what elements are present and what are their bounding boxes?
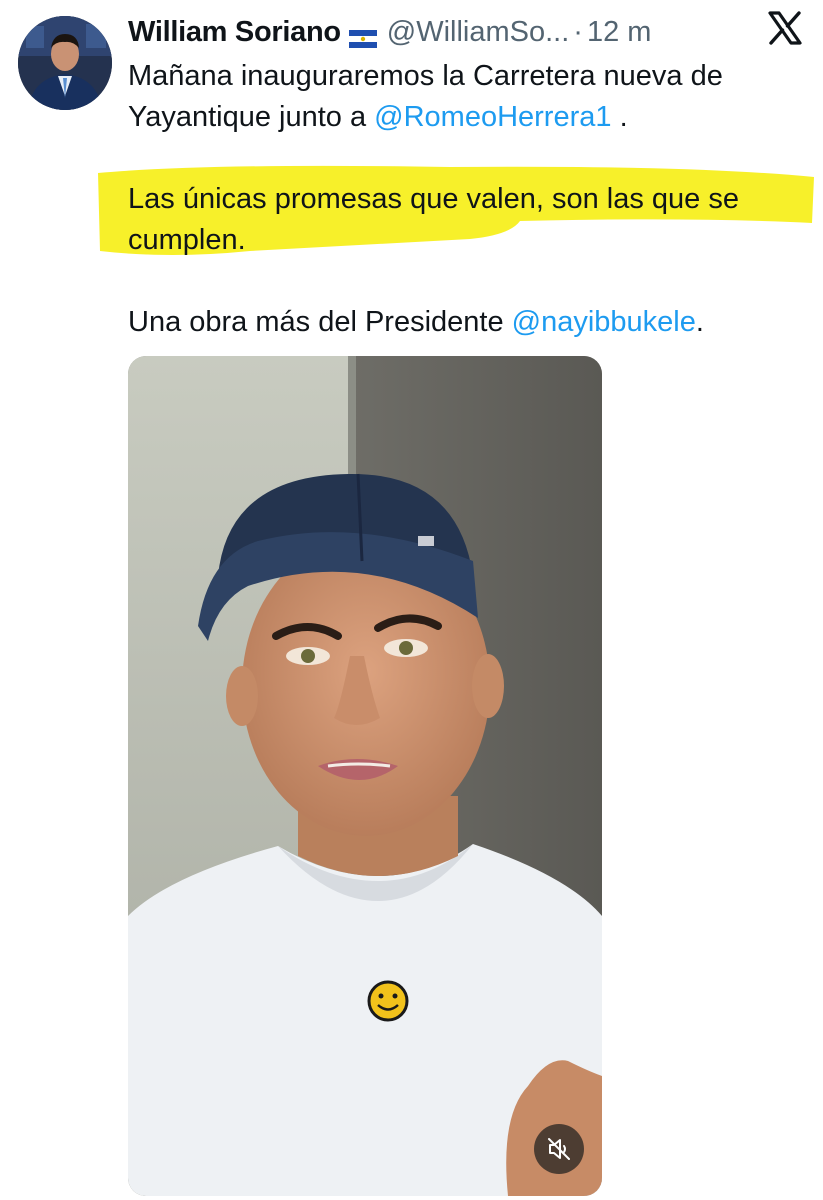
paragraph-1-end: .: [611, 101, 628, 133]
video-player[interactable]: [128, 356, 602, 1196]
tweet-paragraph-3: Una obra más del Presidente @nayibbukele…: [128, 302, 798, 343]
tweet-paragraph-2: Las únicas promesas que valen, son las q…: [98, 165, 814, 261]
mention-romeoherrera1[interactable]: @RomeoHerrera1: [374, 101, 611, 133]
mention-nayibbukele[interactable]: @nayibbukele: [512, 306, 696, 338]
author-name[interactable]: William Soriano: [128, 16, 341, 49]
video-frame: [128, 356, 602, 1196]
mute-button[interactable]: [534, 1124, 584, 1174]
paragraph-3-text: Una obra más del Presidente: [128, 306, 512, 338]
avatar[interactable]: [18, 16, 112, 110]
tweet-text: Mañana inauguraremos la Carretera nueva …: [98, 56, 814, 343]
tweet: William Soriano @WilliamSo... · 12 m Mañ…: [0, 0, 823, 1200]
tweet-paragraph-1: Mañana inauguraremos la Carretera nueva …: [128, 56, 798, 138]
paragraph-3-end: .: [695, 306, 704, 338]
author-handle[interactable]: @WilliamSo...: [387, 16, 570, 49]
tweet-header: William Soriano @WilliamSo... · 12 m: [128, 12, 651, 52]
x-logo-icon: [767, 10, 803, 46]
timestamp[interactable]: 12 m: [587, 16, 651, 49]
separator-dot: ·: [573, 15, 583, 48]
el-salvador-flag-icon: [348, 23, 377, 48]
muted-speaker-icon: [548, 1138, 570, 1160]
